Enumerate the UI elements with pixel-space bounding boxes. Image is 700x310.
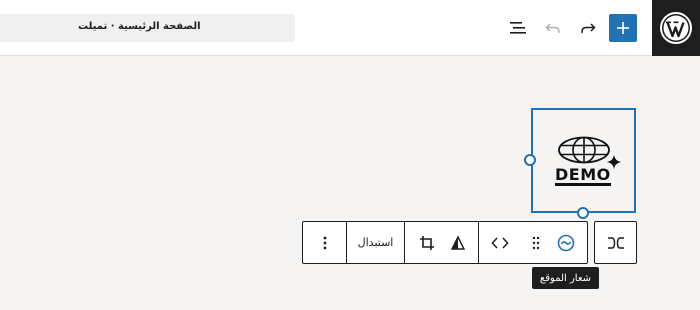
site-logo-icon xyxy=(557,234,575,251)
redo-icon xyxy=(581,23,596,33)
toolbar-divider xyxy=(404,222,405,263)
more-options-button[interactable] xyxy=(309,222,341,263)
list-view-icon xyxy=(510,22,526,34)
block-type-tooltip: شعار الموقع xyxy=(532,267,599,289)
site-logo-block[interactable]: DEMO xyxy=(531,108,636,213)
block-toolbar: استبدال xyxy=(302,221,588,264)
crop-icon xyxy=(420,235,434,250)
block-type-button[interactable] xyxy=(553,222,579,263)
wordpress-logo-button[interactable] xyxy=(652,0,700,56)
document-overview-button[interactable] xyxy=(504,14,532,42)
globe-icon xyxy=(558,136,610,164)
logo-text: DEMO xyxy=(555,165,611,184)
drag-handle-icon xyxy=(532,236,540,249)
replace-label: استبدال xyxy=(357,236,394,249)
toolbar-divider xyxy=(478,222,479,263)
more-vertical-icon xyxy=(323,236,327,249)
editor-header: الصفحة الرئيسية · تميلت xyxy=(0,0,700,56)
logo-underline xyxy=(555,183,611,186)
parent-block-icon xyxy=(607,236,624,249)
undo-button[interactable] xyxy=(539,14,567,42)
redo-button[interactable] xyxy=(574,14,602,42)
select-parent-button[interactable] xyxy=(594,221,637,264)
chevron-left-right-icon xyxy=(491,236,509,249)
duotone-filter-button[interactable] xyxy=(444,222,472,263)
crop-button[interactable] xyxy=(413,222,441,263)
move-arrows-button[interactable] xyxy=(489,222,511,263)
resize-handle-bottom[interactable] xyxy=(577,207,589,219)
plus-icon xyxy=(617,22,629,34)
contrast-icon xyxy=(450,234,466,250)
document-bar[interactable]: الصفحة الرئيسية · تميلت xyxy=(0,14,295,42)
undo-icon xyxy=(545,23,560,33)
resize-handle-left[interactable] xyxy=(524,154,536,166)
drag-handle-button[interactable] xyxy=(526,222,546,263)
block-inserter-button[interactable] xyxy=(609,14,637,42)
document-title[interactable]: الصفحة الرئيسية · تميلت xyxy=(78,21,201,32)
replace-button[interactable]: استبدال xyxy=(347,222,404,263)
wordpress-logo-icon xyxy=(660,12,692,44)
